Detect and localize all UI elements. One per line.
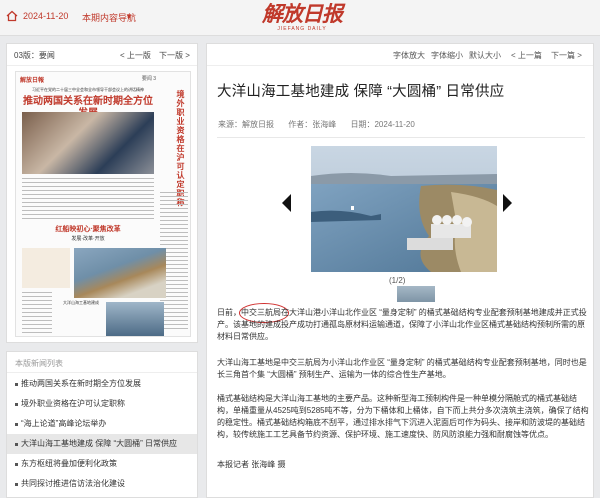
edition-panel: 03版：要闻 < 上一版 下一版 > 解放日報 要闻 3 习近平在党的二十届三中… bbox=[6, 43, 198, 343]
paper-page-number: 要闻 3 bbox=[141, 76, 156, 82]
issue-date[interactable]: 2024-11-20 bbox=[23, 11, 68, 21]
news-list-item-active[interactable]: 大洋山海工基地建成 保障 “大圆桶” 日常供应 bbox=[7, 434, 197, 454]
divider bbox=[7, 372, 197, 373]
newspaper-page-thumbnail[interactable]: 解放日報 要闻 3 习近平在党的二十届三中全会和全市领导干部会议上的讲话精神 推… bbox=[15, 71, 191, 337]
paper-text-block bbox=[22, 178, 154, 220]
paper-lede: 习近平在党的二十届三中全会和全市领导干部会议上的讲话精神 bbox=[32, 87, 144, 92]
next-edition-link[interactable]: 下一版 > bbox=[159, 50, 190, 61]
paper-headline-2: 红船映初心·聚焦改革 bbox=[55, 226, 121, 233]
divider bbox=[217, 137, 585, 138]
home-icon[interactable] bbox=[6, 10, 18, 22]
edition-label: 03版：要闻 bbox=[14, 51, 55, 60]
news-list-item[interactable]: 东方枢纽将叠加便利化政策 bbox=[7, 454, 197, 474]
article-photo bbox=[311, 146, 497, 272]
prev-edition-link[interactable]: < 上一版 bbox=[120, 50, 151, 61]
article-paragraph: 日前，中交三航局在大洋山港小洋山北作业区 “量身定制” 的桶式基础结构专业配套预… bbox=[217, 308, 587, 341]
next-article-link[interactable]: 下一篇 > bbox=[551, 50, 582, 61]
font-shrink-button[interactable]: 字体缩小 bbox=[431, 50, 463, 61]
slide-counter: (1/2) bbox=[389, 276, 406, 285]
article-photo-credit: 本报记者 张海峰 摄 bbox=[217, 460, 286, 469]
slide-next-arrow-icon[interactable] bbox=[503, 194, 512, 212]
paper-vertical-headline[interactable]: 境外职业资格在沪可认定职称 bbox=[161, 90, 187, 207]
paper-photo-3 bbox=[106, 302, 164, 336]
news-list-item[interactable]: 推动两国关系在新时期全方位发展 bbox=[7, 374, 197, 394]
article-source: 来源：解放日报 bbox=[218, 120, 274, 129]
news-list-item[interactable]: “海上论道”高峰论坛举办 bbox=[7, 414, 197, 434]
paper-text-block bbox=[22, 292, 52, 334]
site-logo[interactable]: 解放日报 JIEFANG DAILY bbox=[262, 2, 343, 33]
paper-small-headline: 大洋山海工基地建成 bbox=[63, 300, 99, 305]
paper-photo bbox=[22, 112, 154, 174]
prev-article-link[interactable]: < 上一篇 bbox=[511, 50, 542, 61]
top-bar: 2024-11-20 本期内容导航 ▼ 解放日报 JIEFANG DAILY bbox=[0, 0, 600, 36]
article-paragraph: 桶式基础结构是大洋山海工基地的主要产品。这种新型海工预制构件是一种单模分隔舱式的… bbox=[217, 394, 589, 439]
paper-sidebox bbox=[22, 248, 70, 288]
font-default-button[interactable]: 默认大小 bbox=[469, 50, 501, 61]
news-list-item[interactable]: 境外职业资格在沪可认定职称 bbox=[7, 394, 197, 414]
news-list-title: 本版新闻列表 bbox=[15, 359, 63, 368]
article-headline: 大洋山海工基地建成 保障 “大圆桶” 日常供应 bbox=[217, 84, 505, 100]
font-enlarge-button[interactable]: 字体放大 bbox=[393, 50, 425, 61]
article-paragraph: 大洋山海工基地是中交三航局为小洋山北作业区 “量身定制” 的桶式基础结构专业配套… bbox=[217, 358, 587, 379]
edition-header: 03版：要闻 < 上一版 下一版 > bbox=[7, 44, 197, 66]
paper-masthead: 解放日報 bbox=[20, 78, 45, 84]
paper-photo-2[interactable] bbox=[74, 248, 166, 298]
news-list-item[interactable]: 共同探讨推进信访法治化建设 bbox=[7, 474, 197, 494]
article-meta: 来源：解放日报 作者：张海峰 日期：2024-11-20 bbox=[218, 119, 427, 130]
news-list-panel: 本版新闻列表 推动两国关系在新时期全方位发展 境外职业资格在沪可认定职称 “海上… bbox=[6, 351, 198, 498]
slide-prev-arrow-icon[interactable] bbox=[282, 194, 291, 212]
article-author: 作者：张海峰 bbox=[288, 120, 337, 129]
paper-subhead: 发展·改革·开放 bbox=[71, 236, 105, 242]
article-toolbar: 字体放大 字体缩小 默认大小 < 上一篇 下一篇 > bbox=[207, 44, 593, 66]
chevron-down-icon[interactable]: ▼ bbox=[125, 12, 133, 21]
article-panel: 字体放大 字体缩小 默认大小 < 上一篇 下一篇 > 大洋山海工基地建成 保障 … bbox=[206, 43, 594, 498]
slide-thumbnail[interactable] bbox=[397, 286, 435, 302]
article-date: 日期：2024-11-20 bbox=[350, 120, 415, 129]
